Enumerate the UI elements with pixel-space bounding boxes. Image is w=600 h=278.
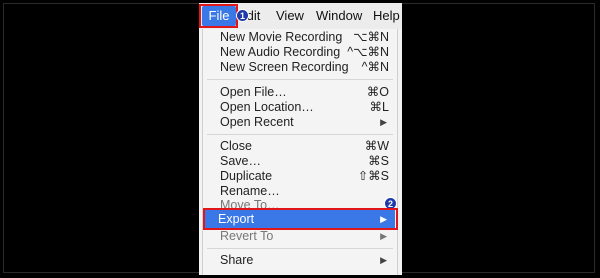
menu-item-label: Duplicate <box>220 169 273 183</box>
menu-item-shortcut: ^⌘N <box>361 60 389 74</box>
menu-item-revert-to[interactable]: Revert To ▶ <box>203 229 397 244</box>
menu-item-share[interactable]: Share ▶ <box>203 253 397 268</box>
menu-item-shortcut: ⇧⌘S <box>357 169 389 183</box>
export-highlight-box <box>203 208 398 230</box>
menu-item-shortcut: ⌘L <box>369 100 389 114</box>
menu-item-label: Open Location… <box>220 100 314 114</box>
menu-item-rename[interactable]: Rename… <box>203 184 397 199</box>
menu-item-shortcut: ⌘S <box>368 154 389 168</box>
menu-item-label: New Movie Recording <box>220 30 343 44</box>
menu-item-shortcut: ⌘O <box>366 85 389 99</box>
menu-item-label: Share <box>220 253 254 267</box>
menu-item-label: Open File… <box>220 85 287 99</box>
menu-help[interactable]: Help <box>373 8 400 24</box>
submenu-arrow-icon: ▶ <box>380 117 387 127</box>
menu-item-shortcut: ⌥⌘N <box>353 30 389 44</box>
menu-item-new-movie-recording[interactable]: New Movie Recording ⌥⌘N <box>203 30 397 45</box>
menu-separator <box>207 134 393 135</box>
menu-item-label: Revert To <box>220 229 274 243</box>
menu-item-shortcut: ⌘W <box>364 139 389 153</box>
menu-item-label: Rename… <box>220 184 280 198</box>
menu-separator <box>207 248 393 249</box>
menu-bar: File Edit View Window Help 1 <box>199 3 402 29</box>
menu-item-open-recent[interactable]: Open Recent ▶ <box>203 115 397 130</box>
menu-item-open-file[interactable]: Open File… ⌘O <box>203 85 397 100</box>
menu-item-label: Save… <box>220 154 261 168</box>
menu-item-label: Close <box>220 139 252 153</box>
menu-item-new-screen-recording[interactable]: New Screen Recording ^⌘N <box>203 60 397 75</box>
menu-item-open-location[interactable]: Open Location… ⌘L <box>203 100 397 115</box>
submenu-arrow-icon: ▶ <box>380 255 387 265</box>
menu-item-close[interactable]: Close ⌘W <box>203 139 397 154</box>
menu-item-label: New Audio Recording <box>220 45 341 59</box>
menu-view[interactable]: View <box>276 8 304 24</box>
menu-item-label: New Screen Recording <box>220 60 349 74</box>
menu-item-new-audio-recording[interactable]: New Audio Recording ^⌥⌘N <box>203 45 397 60</box>
menu-item-save[interactable]: Save… ⌘S <box>203 154 397 169</box>
macos-app-window: File Edit View Window Help 1 New Movie R… <box>199 3 402 275</box>
menu-item-label: Open Recent <box>220 115 294 129</box>
menu-separator <box>207 79 393 80</box>
step-1-badge: 1 <box>236 9 249 22</box>
file-dropdown-menu: New Movie Recording ⌥⌘N New Audio Record… <box>202 29 398 275</box>
submenu-arrow-icon: ▶ <box>380 231 387 241</box>
file-menu-highlight-box <box>199 4 238 28</box>
menu-window[interactable]: Window <box>316 8 362 24</box>
menu-item-duplicate[interactable]: Duplicate ⇧⌘S <box>203 169 397 184</box>
menu-item-shortcut: ^⌥⌘N <box>347 45 389 59</box>
